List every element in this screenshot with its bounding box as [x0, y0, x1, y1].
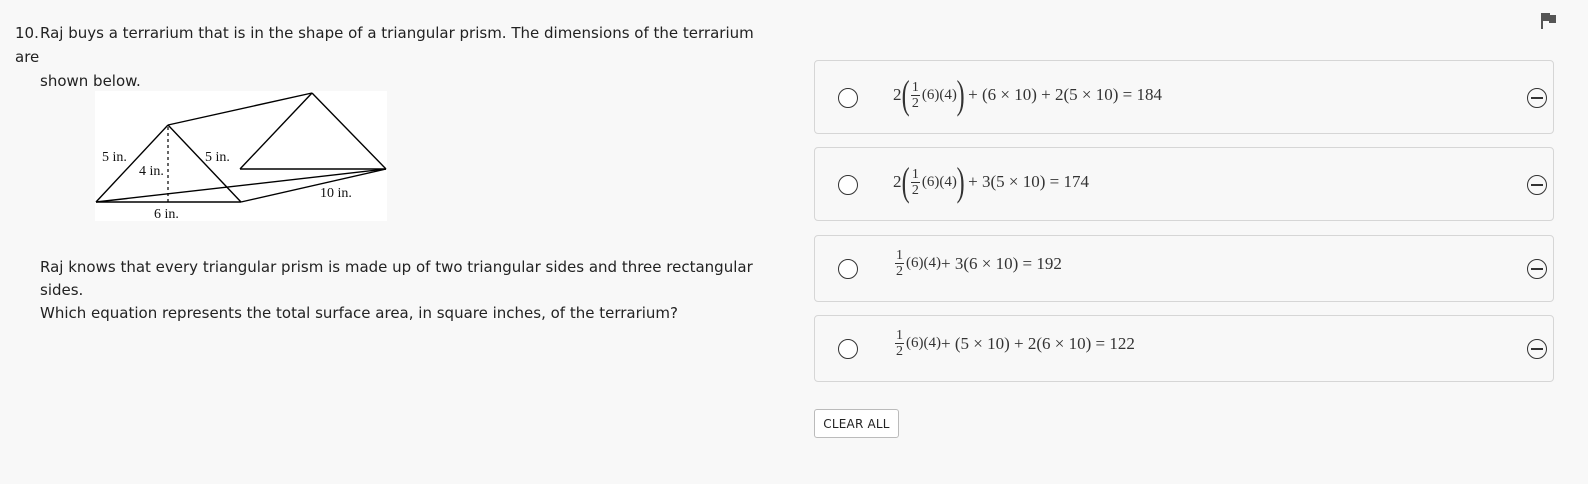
question-prompt: 10.Raj buys a terrarium that is in the s…	[15, 21, 775, 93]
question-text-line1: Raj buys a terrarium that is in the shap…	[15, 24, 754, 66]
question-text-line2: shown below.	[40, 72, 141, 90]
frac-num: 1	[910, 79, 920, 96]
eliminate-choice-icon[interactable]	[1527, 175, 1547, 195]
right-paren: )	[956, 159, 965, 204]
eq-rest: + (5 × 10) + 2(6 × 10) = 122	[940, 333, 1135, 353]
label-length: 10 in.	[320, 186, 352, 201]
eq-lead: 2	[893, 172, 902, 191]
left-paren: (	[901, 72, 910, 117]
radio-button-icon[interactable]	[838, 339, 858, 359]
eq-rest: + 3(6 × 10) = 192	[940, 253, 1062, 273]
frac-den: 2	[911, 95, 919, 111]
label-side-left: 5 in.	[102, 150, 127, 165]
fraction: 12	[910, 166, 920, 198]
eliminate-choice-icon[interactable]	[1527, 339, 1547, 359]
answer-choice-d[interactable]: 12 (6)(4) + (5 × 10) + 2(6 × 10) = 122	[814, 315, 1554, 382]
label-side-right: 5 in.	[205, 150, 230, 165]
frac-num: 1	[910, 166, 920, 183]
eq-rest: + (6 × 10) + 2(5 × 10) = 184	[968, 85, 1162, 104]
eq-lead: 2	[893, 85, 902, 104]
question-number: 10.	[15, 24, 39, 42]
stem-line2: Which equation represents the total surf…	[40, 304, 679, 322]
choice-equation: 12 (6)(4) + 3(6 × 10) = 192	[893, 248, 1062, 279]
frac-den: 2	[911, 182, 919, 198]
clear-all-button[interactable]: CLEAR ALL	[814, 409, 899, 438]
frac-den: 2	[896, 344, 903, 359]
radio-button-icon[interactable]	[838, 175, 858, 195]
eq-inner: (6)(4)	[906, 255, 941, 271]
choice-equation: 2 ( 12 (6)(4) ) + (6 × 10) + 2(5 × 10) =…	[893, 75, 1162, 115]
fraction: 12	[910, 79, 920, 111]
label-height: 4 in.	[139, 164, 164, 179]
answer-choice-c[interactable]: 12 (6)(4) + 3(6 × 10) = 192	[814, 235, 1554, 302]
frac-num: 1	[895, 328, 904, 344]
left-paren: (	[901, 159, 910, 204]
answer-choice-a[interactable]: 2 ( 12 (6)(4) ) + (6 × 10) + 2(5 × 10) =…	[814, 60, 1554, 134]
flag-icon[interactable]	[1540, 12, 1558, 30]
question-stem: Raj knows that every triangular prism is…	[40, 256, 780, 325]
fraction: 12	[895, 328, 904, 359]
fraction: 12	[895, 248, 904, 279]
eliminate-choice-icon[interactable]	[1527, 88, 1547, 108]
answer-choice-b[interactable]: 2 ( 12 (6)(4) ) + 3(5 × 10) = 174	[814, 147, 1554, 221]
frac-den: 2	[896, 264, 903, 279]
stem-line1: Raj knows that every triangular prism is…	[40, 258, 753, 299]
eq-inner: (6)(4)	[921, 173, 957, 190]
eq-inner: (6)(4)	[921, 86, 957, 103]
radio-button-icon[interactable]	[838, 88, 858, 108]
choice-equation: 12 (6)(4) + (5 × 10) + 2(6 × 10) = 122	[893, 328, 1135, 359]
eq-rest: + 3(5 × 10) = 174	[968, 172, 1089, 191]
eliminate-choice-icon[interactable]	[1527, 259, 1547, 279]
prism-figure: 5 in. 4 in. 5 in. 6 in. 10 in.	[95, 91, 387, 221]
choice-equation: 2 ( 12 (6)(4) ) + 3(5 × 10) = 174	[893, 162, 1089, 202]
label-base: 6 in.	[154, 207, 179, 221]
frac-num: 1	[895, 248, 904, 264]
radio-button-icon[interactable]	[838, 259, 858, 279]
eq-inner: (6)(4)	[906, 335, 941, 351]
right-paren: )	[956, 72, 965, 117]
